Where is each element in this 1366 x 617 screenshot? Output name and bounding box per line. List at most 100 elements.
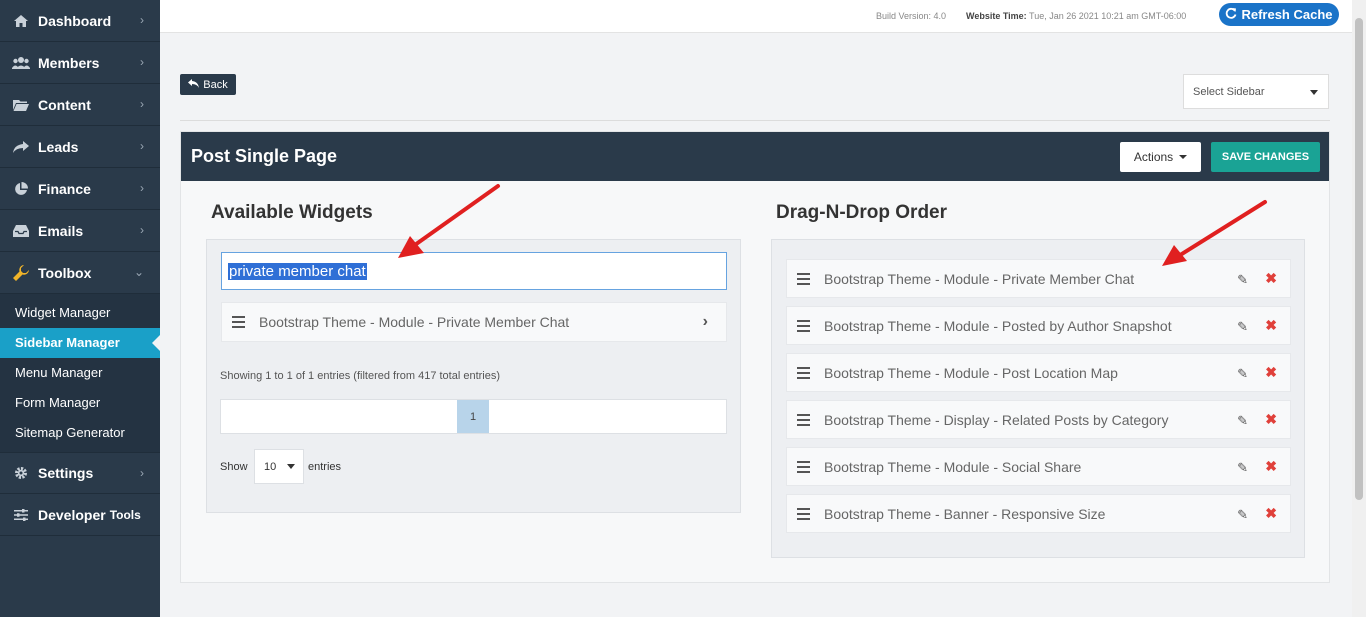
refresh-cache-button[interactable]: Refresh Cache [1219,3,1339,26]
page-title: Post Single Page [191,146,338,166]
pencil-icon[interactable]: ✎ [1237,366,1248,382]
chevron-right-icon: › [140,466,144,480]
sidebar-item-label: Emails [38,222,84,239]
website-time-value: Tue, Jan 26 2021 10:21 am GMT-06:00 [1029,11,1187,21]
refresh-cache-label: Refresh Cache [1241,7,1333,22]
order-item-label: Bootstrap Theme - Module - Post Location… [824,364,1118,381]
inbox-icon [12,224,30,238]
users-icon [12,56,30,70]
page-button-1[interactable]: 1 [457,400,489,433]
delete-x-icon[interactable]: ✖ [1265,411,1277,428]
select-sidebar-label: Select Sidebar [1193,85,1265,98]
chevron-right-icon: › [140,181,144,195]
pencil-icon[interactable]: ✎ [1237,413,1248,429]
sidebar-item-label: Settings [38,465,94,481]
order-item[interactable]: Bootstrap Theme - Module - Post Location… [786,353,1291,392]
available-widget-item[interactable]: Bootstrap Theme - Module - Private Membe… [221,302,727,342]
drag-handle-icon[interactable] [797,507,810,520]
sidebar-item-label: Toolbox [38,264,92,281]
sidebar-item-settings[interactable]: Settings › [0,452,160,494]
sidebar-item-finance[interactable]: Finance › [0,168,160,210]
drag-handle-icon[interactable] [797,460,810,473]
delete-x-icon[interactable]: ✖ [1265,458,1277,475]
gear-icon [12,466,30,480]
delete-x-icon[interactable]: ✖ [1265,505,1277,522]
caret-down-icon [1310,90,1318,95]
actions-dropdown-button[interactable]: Actions [1120,142,1201,172]
build-version: Build Version: 4.0 [876,11,947,21]
order-item-label: Bootstrap Theme - Module - Posted by Aut… [824,317,1172,334]
sidebar-item-label: Developer [38,506,106,523]
pencil-icon[interactable]: ✎ [1237,507,1248,523]
widget-item-label: Bootstrap Theme - Module - Private Membe… [259,314,570,330]
actions-label: Actions [1133,150,1174,164]
sidebar-item-toolbox[interactable]: Toolbox ⌄ [0,252,160,294]
divider [180,120,1330,121]
page-scrollbar[interactable] [1352,0,1366,617]
home-icon [12,14,30,28]
chevron-down-icon: ⌄ [133,265,144,279]
drag-handle-icon[interactable] [797,413,810,426]
pencil-icon[interactable]: ✎ [1237,272,1248,288]
sidebar-item-content[interactable]: Content › [0,84,160,126]
sliders-icon [12,508,30,522]
entries-per-page-select[interactable]: 10 [254,449,304,484]
sidebar-item-label: Content [38,96,91,113]
drag-handle-icon[interactable] [797,272,810,285]
select-sidebar-dropdown[interactable]: Select Sidebar [1183,74,1329,109]
chevron-right-icon: › [140,97,144,111]
entries-per-page-value: 10 [264,460,277,473]
toolbox-submenu: Widget Manager Sidebar Manager Menu Mana… [0,294,160,452]
drag-n-drop-order-title: Drag-N-Drop Order [776,202,948,223]
order-item[interactable]: Bootstrap Theme - Display - Related Post… [786,400,1291,439]
chevron-right-icon: › [140,55,144,69]
sidebar-editor-panel: Post Single Page Actions SAVE CHANGES Av… [180,131,1330,583]
order-item-label: Bootstrap Theme - Module - Social Share [824,458,1082,475]
search-input-value: private member chat [228,262,367,280]
pencil-icon[interactable]: ✎ [1237,319,1248,335]
caret-down-icon [1179,155,1188,159]
submenu-menu-manager[interactable]: Menu Manager [0,358,160,388]
sidebar-item-members[interactable]: Members › [0,42,160,84]
sidebar-item-label: Finance [38,180,91,197]
entries-info: Showing 1 to 1 of 1 entries (filtered fr… [220,370,501,382]
available-widgets-box: private member chat Bootstrap Theme - Mo… [206,239,741,513]
entries-label: entries [308,461,342,473]
scrollbar-thumb[interactable] [1355,18,1363,500]
sidebar-item-dashboard[interactable]: Dashboard › [0,0,160,42]
website-time: Website Time: Tue, Jan 26 2021 10:21 am … [966,11,1186,21]
chevron-right-icon: › [140,139,144,153]
chevron-right-icon: › [140,13,144,27]
save-changes-button[interactable]: SAVE CHANGES [1211,142,1320,172]
submenu-sidebar-manager[interactable]: Sidebar Manager [0,328,160,358]
drag-handle-icon [232,316,245,328]
delete-x-icon[interactable]: ✖ [1265,270,1277,287]
website-time-label: Website Time: [966,11,1027,21]
order-item[interactable]: Bootstrap Theme - Module - Posted by Aut… [786,306,1291,345]
sidebar: Dashboard › Members › Content › Leads › … [0,0,160,617]
drag-handle-icon[interactable] [797,319,810,332]
submenu-sitemap-generator[interactable]: Sitemap Generator [0,418,160,448]
back-button[interactable]: Back [180,74,236,95]
chevron-right-icon[interactable]: › [703,313,708,331]
share-icon [12,140,30,154]
sidebar-item-emails[interactable]: Emails › [0,210,160,252]
sidebar-item-leads[interactable]: Leads › [0,126,160,168]
sidebar-item-developer-tools[interactable]: Developer Tools [0,494,160,536]
drag-handle-icon[interactable] [797,366,810,379]
panel-header: Post Single Page Actions SAVE CHANGES [181,132,1329,181]
folder-icon [12,98,30,112]
submenu-widget-manager[interactable]: Widget Manager [0,298,160,328]
order-item[interactable]: Bootstrap Theme - Module - Private Membe… [786,259,1291,298]
widget-search-input[interactable]: private member chat [221,252,727,290]
order-item[interactable]: Bootstrap Theme - Banner - Responsive Si… [786,494,1291,533]
delete-x-icon[interactable]: ✖ [1265,364,1277,381]
order-item-label: Bootstrap Theme - Module - Private Membe… [824,270,1135,287]
submenu-form-manager[interactable]: Form Manager [0,388,160,418]
wrench-icon [12,264,30,281]
order-item-label: Bootstrap Theme - Display - Related Post… [824,411,1169,428]
delete-x-icon[interactable]: ✖ [1265,317,1277,334]
order-item[interactable]: Bootstrap Theme - Module - Social Share … [786,447,1291,486]
back-label: Back [203,78,228,91]
pencil-icon[interactable]: ✎ [1237,460,1248,476]
